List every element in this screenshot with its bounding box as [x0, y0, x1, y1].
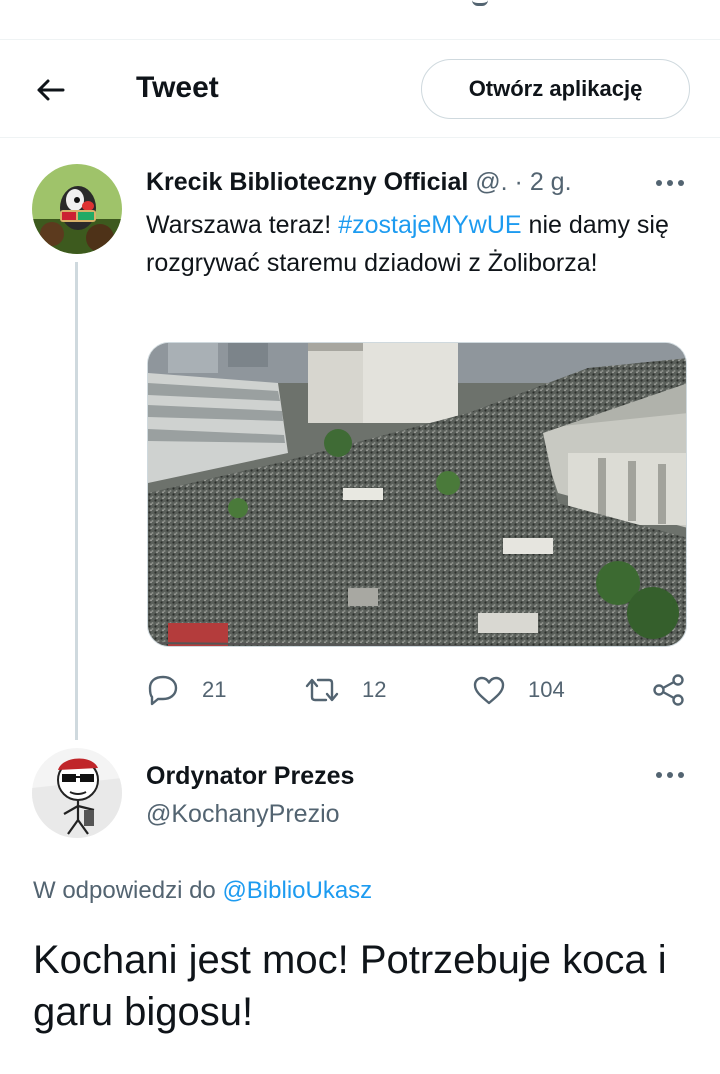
avatar[interactable] — [32, 164, 122, 254]
thread-line — [75, 262, 78, 740]
like-icon — [473, 676, 505, 705]
tweet-author-name[interactable]: Ordynator Prezes — [146, 762, 354, 791]
reply-icon — [148, 675, 178, 706]
tweet-photo[interactable] — [147, 342, 687, 647]
handle-time: @. · 2 g. — [475, 168, 572, 196]
cartoon-avatar-image — [32, 748, 122, 838]
top-strip — [0, 0, 720, 40]
more-dots-icon — [656, 772, 684, 778]
retweet-count: 12 — [362, 677, 387, 702]
reply-mention-link[interactable]: @BiblioUkasz — [222, 877, 372, 904]
reply-prefix: W odpowiedzi do — [33, 877, 223, 904]
tweet-author[interactable]: Krecik Biblioteczny Official @. · 2 g. — [146, 168, 572, 197]
reply-context: W odpowiedzi do @BiblioUkasz — [33, 877, 372, 905]
top-strip-fragment — [472, 0, 488, 6]
share-button[interactable] — [652, 668, 708, 712]
author-name[interactable]: Krecik Biblioteczny Official — [146, 168, 468, 196]
like-button[interactable]: 104 — [472, 668, 565, 712]
tweet-text: Warszawa teraz! #zostajeMYwUE nie damy s… — [146, 206, 696, 282]
tweet-main-text: Kochani jest moc! Potrzebuje koca i garu… — [33, 938, 667, 1034]
reply-count: 21 — [202, 677, 227, 702]
retweet-icon — [305, 678, 339, 702]
header: Tweet Otwórz aplikację — [0, 40, 720, 138]
tweet-author-handle[interactable]: @KochanyPrezio — [146, 800, 340, 829]
more-options-button[interactable] — [650, 760, 690, 790]
share-icon — [653, 674, 684, 706]
more-dots-icon — [656, 180, 684, 186]
more-options-button[interactable] — [650, 168, 690, 198]
back-arrow-icon — [37, 79, 65, 101]
reply-button[interactable]: 21 — [146, 668, 226, 712]
crowd-photo — [148, 343, 686, 646]
like-count: 104 — [528, 677, 565, 702]
open-app-button[interactable]: Otwórz aplikację — [421, 59, 690, 119]
back-button[interactable] — [26, 68, 74, 112]
page-title: Tweet — [136, 71, 219, 104]
avatar[interactable] — [32, 748, 122, 838]
hashtag-link[interactable]: #zostajeMYwUE — [338, 211, 521, 239]
author-meta: @. · 2 g. — [475, 168, 571, 196]
tweet-actions: 21 12 104 — [146, 668, 692, 712]
retweet-button[interactable]: 12 — [304, 668, 386, 712]
mole-avatar-image — [32, 164, 122, 254]
tweet-text-start: Warszawa teraz! — [146, 211, 339, 239]
